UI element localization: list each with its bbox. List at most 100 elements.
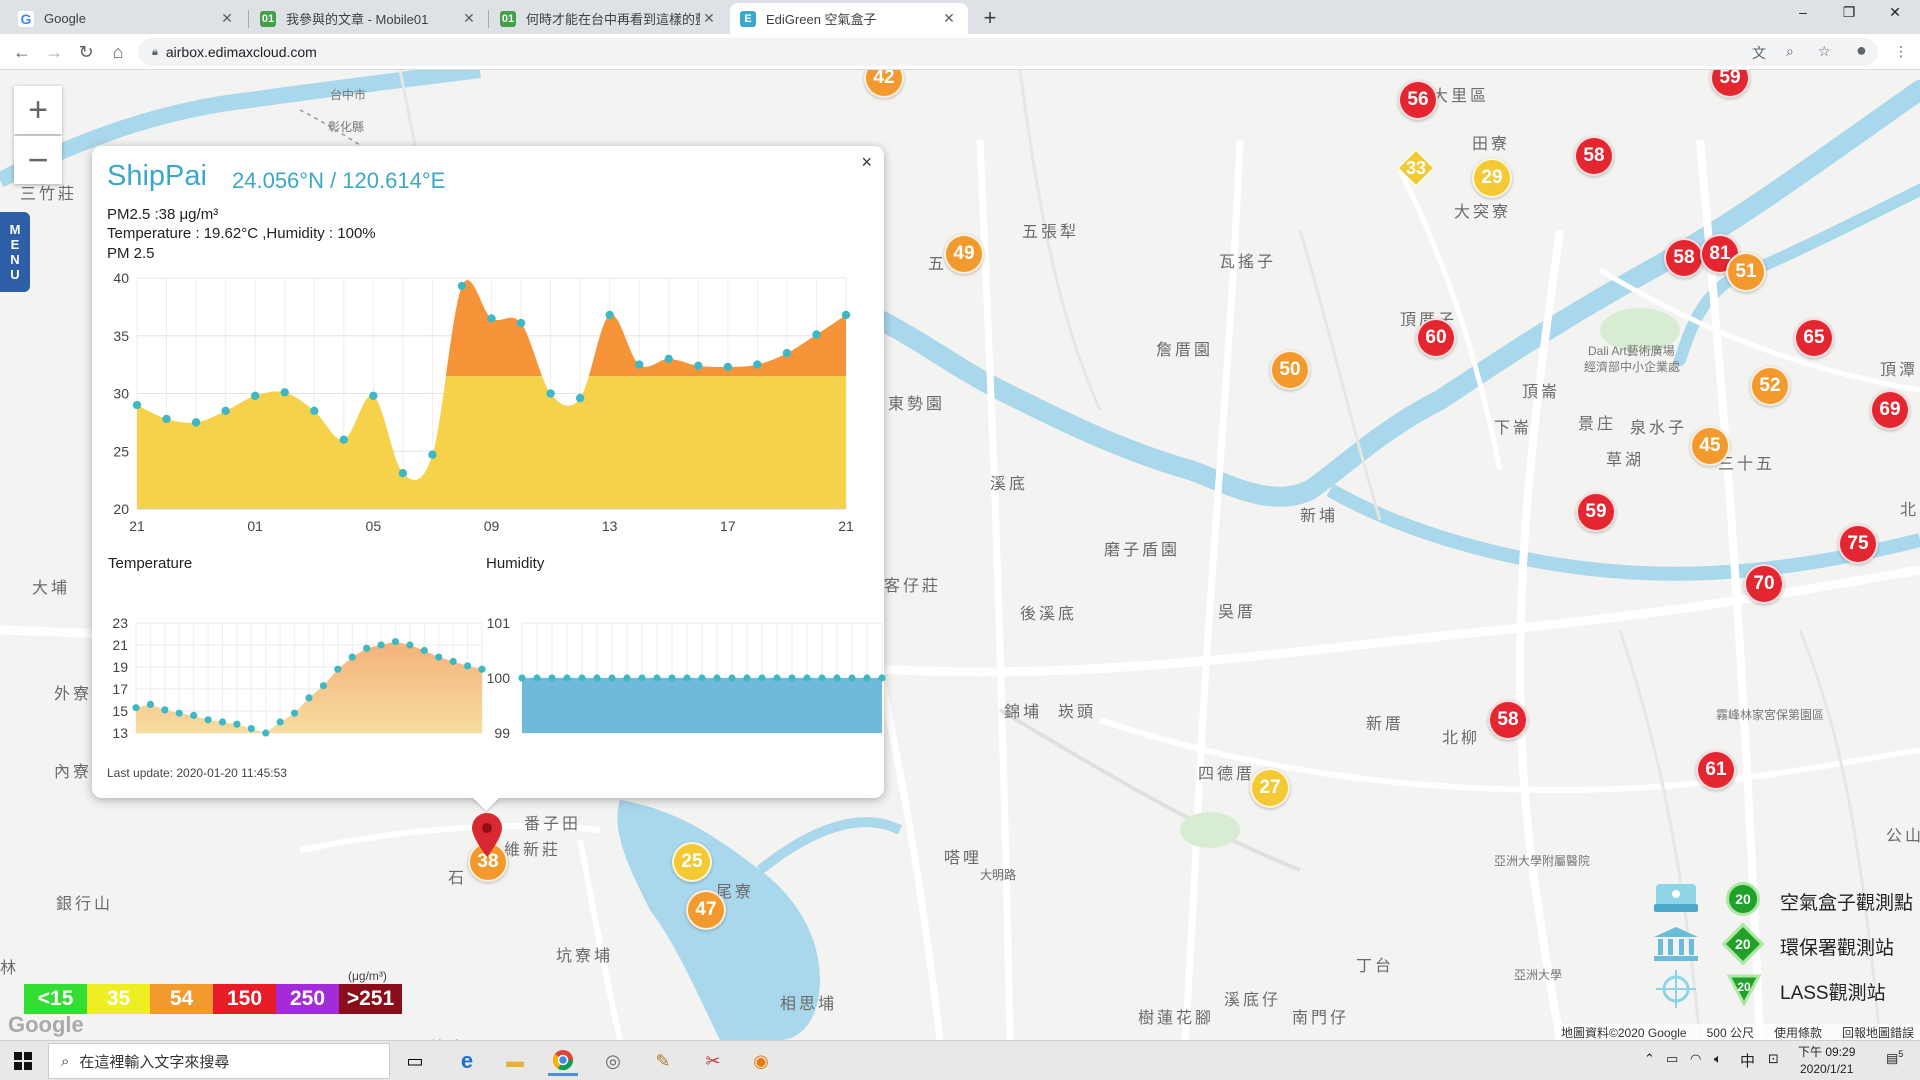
tab-google[interactable]: G Google ✕ (8, 3, 246, 34)
humidity-point (548, 674, 556, 682)
place-label: 樹蓮花腳 (1138, 1010, 1215, 1027)
humidity-point (533, 674, 541, 682)
place-label: 大里區 (1432, 88, 1490, 105)
humidity-point (518, 674, 526, 682)
aq-marker[interactable]: 58 (1488, 700, 1528, 740)
profile-icon[interactable]: ● (1856, 40, 1867, 61)
place-label: 維新莊 (504, 842, 562, 859)
aq-marker[interactable]: 61 (1696, 750, 1736, 790)
aq-marker[interactable]: 59 (1576, 492, 1616, 532)
place-label: 北 (1900, 502, 1920, 519)
aq-marker[interactable]: 27 (1250, 768, 1290, 808)
system-clock[interactable]: 下午 09:29 2020/1/21 (1798, 1044, 1855, 1078)
humidity-point (623, 674, 631, 682)
tab-mobile01-articles[interactable]: 01 我參與的文章 - Mobile01 ✕ (250, 3, 488, 34)
place-label: 頂崙 (1522, 384, 1561, 401)
tab-edigreen[interactable]: E EdiGreen 空氣盒子 ✕ (730, 3, 968, 34)
aq-marker[interactable]: 51 (1726, 252, 1766, 292)
aq-marker[interactable]: 47 (686, 890, 726, 930)
humidity-point (608, 674, 616, 682)
place-label: 番子田 (524, 816, 582, 833)
government-building-icon (1654, 927, 1698, 961)
ime-indicator[interactable]: 中 (1740, 1050, 1755, 1071)
new-tab-button[interactable]: + (977, 5, 1003, 31)
legend-label: 空氣盒子觀測點 (1780, 893, 1914, 914)
lock-icon: 🔒︎ (152, 45, 158, 58)
zoom-out-button[interactable]: − (14, 136, 62, 184)
close-tab-icon[interactable]: ✕ (700, 10, 718, 27)
mobile01-icon: 01 (260, 10, 276, 27)
close-tab-icon[interactable]: ✕ (218, 10, 236, 27)
blender-icon[interactable]: ◉ (746, 1046, 776, 1076)
input-mode-icon[interactable]: ⊡ (1768, 1051, 1779, 1067)
place-label: 泉水子 (1630, 420, 1688, 437)
notification-icon[interactable]: ▤5 (1886, 1049, 1903, 1066)
aq-marker[interactable]: 25 (672, 842, 712, 882)
legend-epa: 20 環保署觀測站 (1650, 922, 1920, 968)
volume-icon[interactable]: 🔈︎ (1714, 1051, 1722, 1067)
aq-marker[interactable]: 69 (1870, 390, 1910, 430)
place-label: 內寮 (54, 764, 93, 781)
map-pin-icon[interactable] (470, 812, 504, 858)
star-icon[interactable]: ☆ (1818, 43, 1831, 60)
legend-lass: 20 LASS觀測站 (1650, 968, 1920, 1013)
aq-marker[interactable]: 60 (1416, 318, 1456, 358)
humidity-point (698, 674, 706, 682)
translate-icon[interactable]: 文 (1752, 43, 1766, 63)
report-error-link[interactable]: 回報地圖錯誤 (1842, 1024, 1914, 1040)
taskbar-search-box[interactable]: ⌕ 在這裡輸入文字來搜尋 (48, 1043, 390, 1079)
chrome-icon[interactable] (548, 1046, 578, 1076)
place-label: 東勢園 (888, 396, 946, 413)
aq-marker[interactable]: 29 (1472, 158, 1512, 198)
tab-title: Google (44, 11, 86, 26)
windows-taskbar: ⌕ 在這裡輸入文字來搜尋 ▭ e ▬ ◎ ✎ ✂ ◉ ⌃ ▭ ◠ 🔈︎ 中 ⊡ … (0, 1040, 1920, 1080)
reload-icon[interactable]: ↻ (74, 41, 98, 63)
battery-icon[interactable]: ▭ (1666, 1051, 1678, 1067)
aq-marker[interactable]: 58 (1664, 238, 1704, 278)
aq-marker[interactable]: 70 (1744, 564, 1784, 604)
aq-marker[interactable]: 45 (1690, 426, 1730, 466)
minimize-button[interactable]: – (1780, 4, 1826, 20)
zoom-in-button[interactable]: + (14, 86, 62, 134)
legend-segment: <15 (24, 984, 87, 1014)
close-tab-icon[interactable]: ✕ (940, 10, 958, 27)
aq-marker[interactable]: 56 (1398, 80, 1438, 120)
humidity-point (743, 674, 751, 682)
back-arrow-icon[interactable]: ← (10, 41, 34, 63)
pm25-color-legend: <15 35 54 150 250 >251 (24, 984, 402, 1014)
wifi-icon[interactable]: ◠ (1690, 1051, 1701, 1067)
home-icon[interactable]: ⌂ (106, 41, 130, 63)
lass-station-marker[interactable]: 33 (1396, 148, 1436, 188)
zoom-icon[interactable]: ⌕ (1786, 43, 1794, 60)
restore-button[interactable]: ❐ (1826, 4, 1872, 21)
file-explorer-icon[interactable]: ▬ (500, 1046, 530, 1076)
tab-mobile01-bluesky[interactable]: 01 何時才能在台中再看到這樣的藍天 ✕ (490, 3, 728, 34)
aq-marker[interactable]: 50 (1270, 350, 1310, 390)
app-icon[interactable]: ✂ (698, 1046, 728, 1076)
terms-link[interactable]: 使用條款 (1774, 1024, 1822, 1040)
aq-marker[interactable]: 52 (1750, 366, 1790, 406)
tray-chevron-icon[interactable]: ⌃ (1644, 1051, 1655, 1067)
app-icon[interactable]: ◎ (598, 1046, 628, 1076)
humidity-point (728, 674, 736, 682)
close-window-button[interactable]: ✕ (1872, 4, 1918, 21)
address-bar[interactable]: 🔒︎ airbox.edimaxcloud.com (138, 38, 1878, 66)
humidity-point (683, 674, 691, 682)
aq-marker[interactable]: 49 (944, 234, 984, 274)
start-button[interactable] (0, 1041, 46, 1080)
app-icon[interactable]: ✎ (648, 1046, 678, 1076)
legend-label: LASS觀測站 (1780, 983, 1886, 1004)
menu-button[interactable]: M E N U (0, 212, 30, 292)
google-logo: Google (8, 1012, 84, 1037)
windows-logo-icon (14, 1052, 32, 1070)
forward-arrow-icon[interactable]: → (42, 41, 66, 63)
task-view-icon[interactable]: ▭ (400, 1046, 430, 1076)
aq-marker[interactable]: 58 (1574, 136, 1614, 176)
aq-marker[interactable]: 65 (1794, 318, 1834, 358)
place-label: 丁台 (1356, 958, 1395, 975)
close-tab-icon[interactable]: ✕ (460, 10, 478, 27)
menu-dots-icon[interactable]: ⋮ (1894, 43, 1908, 60)
place-label: 坑寮埔 (556, 948, 614, 965)
edge-icon[interactable]: e (452, 1046, 482, 1076)
aq-marker[interactable]: 75 (1838, 524, 1878, 564)
